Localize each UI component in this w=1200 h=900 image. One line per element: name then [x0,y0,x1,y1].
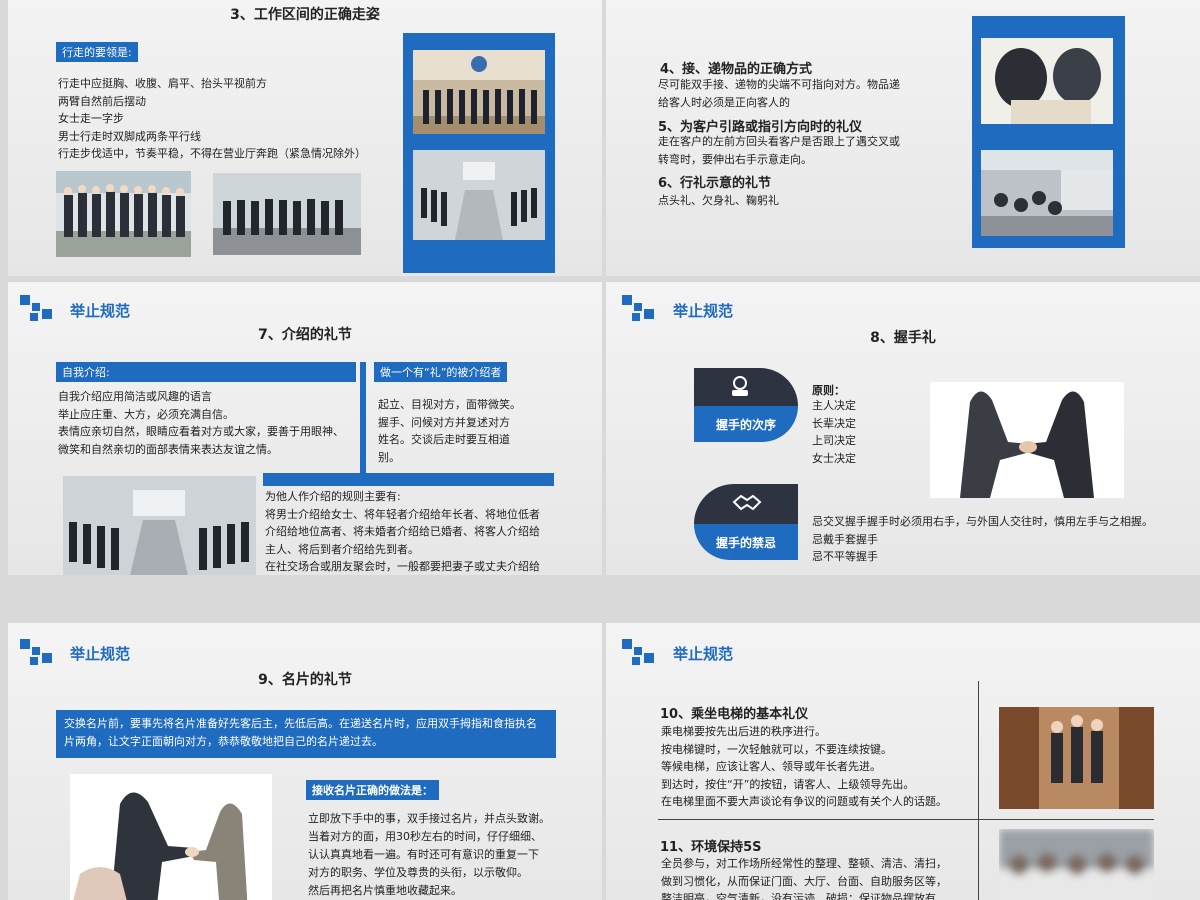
ban-card: 握手的禁忌 [694,484,798,560]
text-4: 尽可能双手接、递物的尖端不可指向对方。物品递 给客人时必须是正向客人的 [658,78,900,109]
order-label: 握手的次序 [694,406,798,442]
introduced-label: 做一个有“礼”的被介绍者 [374,362,508,382]
slide-title: 9、名片的礼节 [258,672,352,688]
meeting-room-photo [413,150,545,240]
brand-logo-icon [20,295,58,321]
section-header: 举止规范 [673,645,734,663]
handshake-photo [930,382,1124,498]
service-hall-photo [981,150,1113,236]
staff-line-photo [56,171,191,257]
heading-10: 10、乘坐电梯的基本礼仪 [660,707,809,722]
slide-title: 7、介绍的礼节 [258,327,352,343]
order-card: 握手的次序 [694,368,798,442]
introduced-text: 起立、目视对方，面带微笑。 握手、问候对方并复述对方 姓名。交谈后走时要互相道 … [378,398,521,464]
text-6: 点头礼、欠身礼、鞠躬礼 [658,194,779,207]
self-intro-label: 自我介绍: [56,362,356,382]
principle-heading: 原则： [812,384,845,397]
headset-icon [728,374,752,398]
elevator-photo [999,707,1154,809]
heading-11: 11、环境保持5S [660,840,762,855]
section-header: 举止规范 [673,302,734,320]
horizontal-rule [658,819,1154,820]
brand-logo-icon [622,639,660,665]
photo-frame [972,16,1125,248]
brand-logo-icon [622,295,660,321]
self-intro-text: 自我介绍应用简洁或风趣的语言 举止应庄重、大方，必须充满自信。 表情应亲切自然，… [58,390,344,456]
heading-6: 6、行礼示意的礼节 [658,176,772,191]
introduction-rules: 为他人作介绍的规则主要有: 将男士介绍给女士、将年轻者介绍给年长者、将地位低者 … [265,490,540,573]
receive-card-label: 接收名片正确的做法是： [306,780,439,800]
handover-photo [981,38,1113,124]
order-principles: 主人决定 长辈决定 上司决定 女士决定 [812,399,856,465]
handshake-taboos: 忌交叉握手握手时必须用右手，与外国人交往时，慎用左手与之相握。 忌戴手套握手 忌… [812,515,1153,563]
receive-card-steps: 立即放下手中的事，双手接过名片，并点头致谢。 当着对方的面，用30秒左右的时间，… [308,812,550,897]
slide-title: 8、握手礼 [870,330,936,346]
bowing-staff-photo [63,476,256,575]
slide-elevator-5s: 举止规范 10、乘坐电梯的基本礼仪 乘电梯要按先出后进的秩序进行。 按电梯键时，… [606,623,1200,900]
team-photo-blurred [999,829,1154,900]
slide-walking-posture: 3、工作区间的正确走姿 行走的要领是: 行走中应挺胸、收腹、肩平、抬头平视前方 … [8,0,602,276]
handshake-icon [732,492,762,514]
ban-label: 握手的禁忌 [694,524,798,560]
heading-4: 4、接、递物品的正确方式 [660,62,813,77]
section-label: 行走的要领是: [56,42,138,62]
slide-handling-items: 4、接、递物品的正确方式 尽可能双手接、递物的尖端不可指向对方。物品递 给客人时… [606,0,1200,276]
divider-bar [360,362,366,474]
brand-logo-icon [20,639,58,665]
lobby-staff-photo [413,50,545,134]
text-5: 走在客户的左前方回头看客户是否跟上了遇交叉或 转弯时，要伸出右手示意走向。 [658,135,900,166]
card-exchange-photo [70,774,272,900]
slide-introductions: 举止规范 7、介绍的礼节 自我介绍: 自我介绍应用简洁或风趣的语言 举止应庄重、… [8,282,602,575]
photo-frame [403,33,555,273]
environment-5s-text: 全员参与，对工作场所经常性的整理、整顿、清洁、清扫， 做到习惯化，从而保证门面、… [661,857,947,900]
staff-row-photo [213,173,361,255]
accent-bar [263,473,554,486]
card-exchange-banner: 交换名片前，要事先将名片准备好先客后主，先低后高。在递送名片时，应用双手拇指和食… [56,710,556,758]
walking-points: 行走中应挺胸、收腹、肩平、抬头平视前方 两臂自然前后摆动 女士走一字步 男士行走… [58,77,366,160]
elevator-rules: 乘电梯要按先出后进的秩序进行。 按电梯键时，一次轻触就可以，不要连续按键。 等候… [661,725,947,808]
section-header: 举止规范 [70,302,131,320]
section-header: 举止规范 [70,645,131,663]
slide-handshake: 举止规范 8、握手礼 握手的次序 原则： 主人决定 长辈决定 上司决定 女士决定… [606,282,1200,575]
slide-business-cards: 举止规范 9、名片的礼节 交换名片前，要事先将名片准备好先客后主，先低后高。在递… [8,623,602,900]
slide-title: 3、工作区间的正确走姿 [230,7,380,23]
